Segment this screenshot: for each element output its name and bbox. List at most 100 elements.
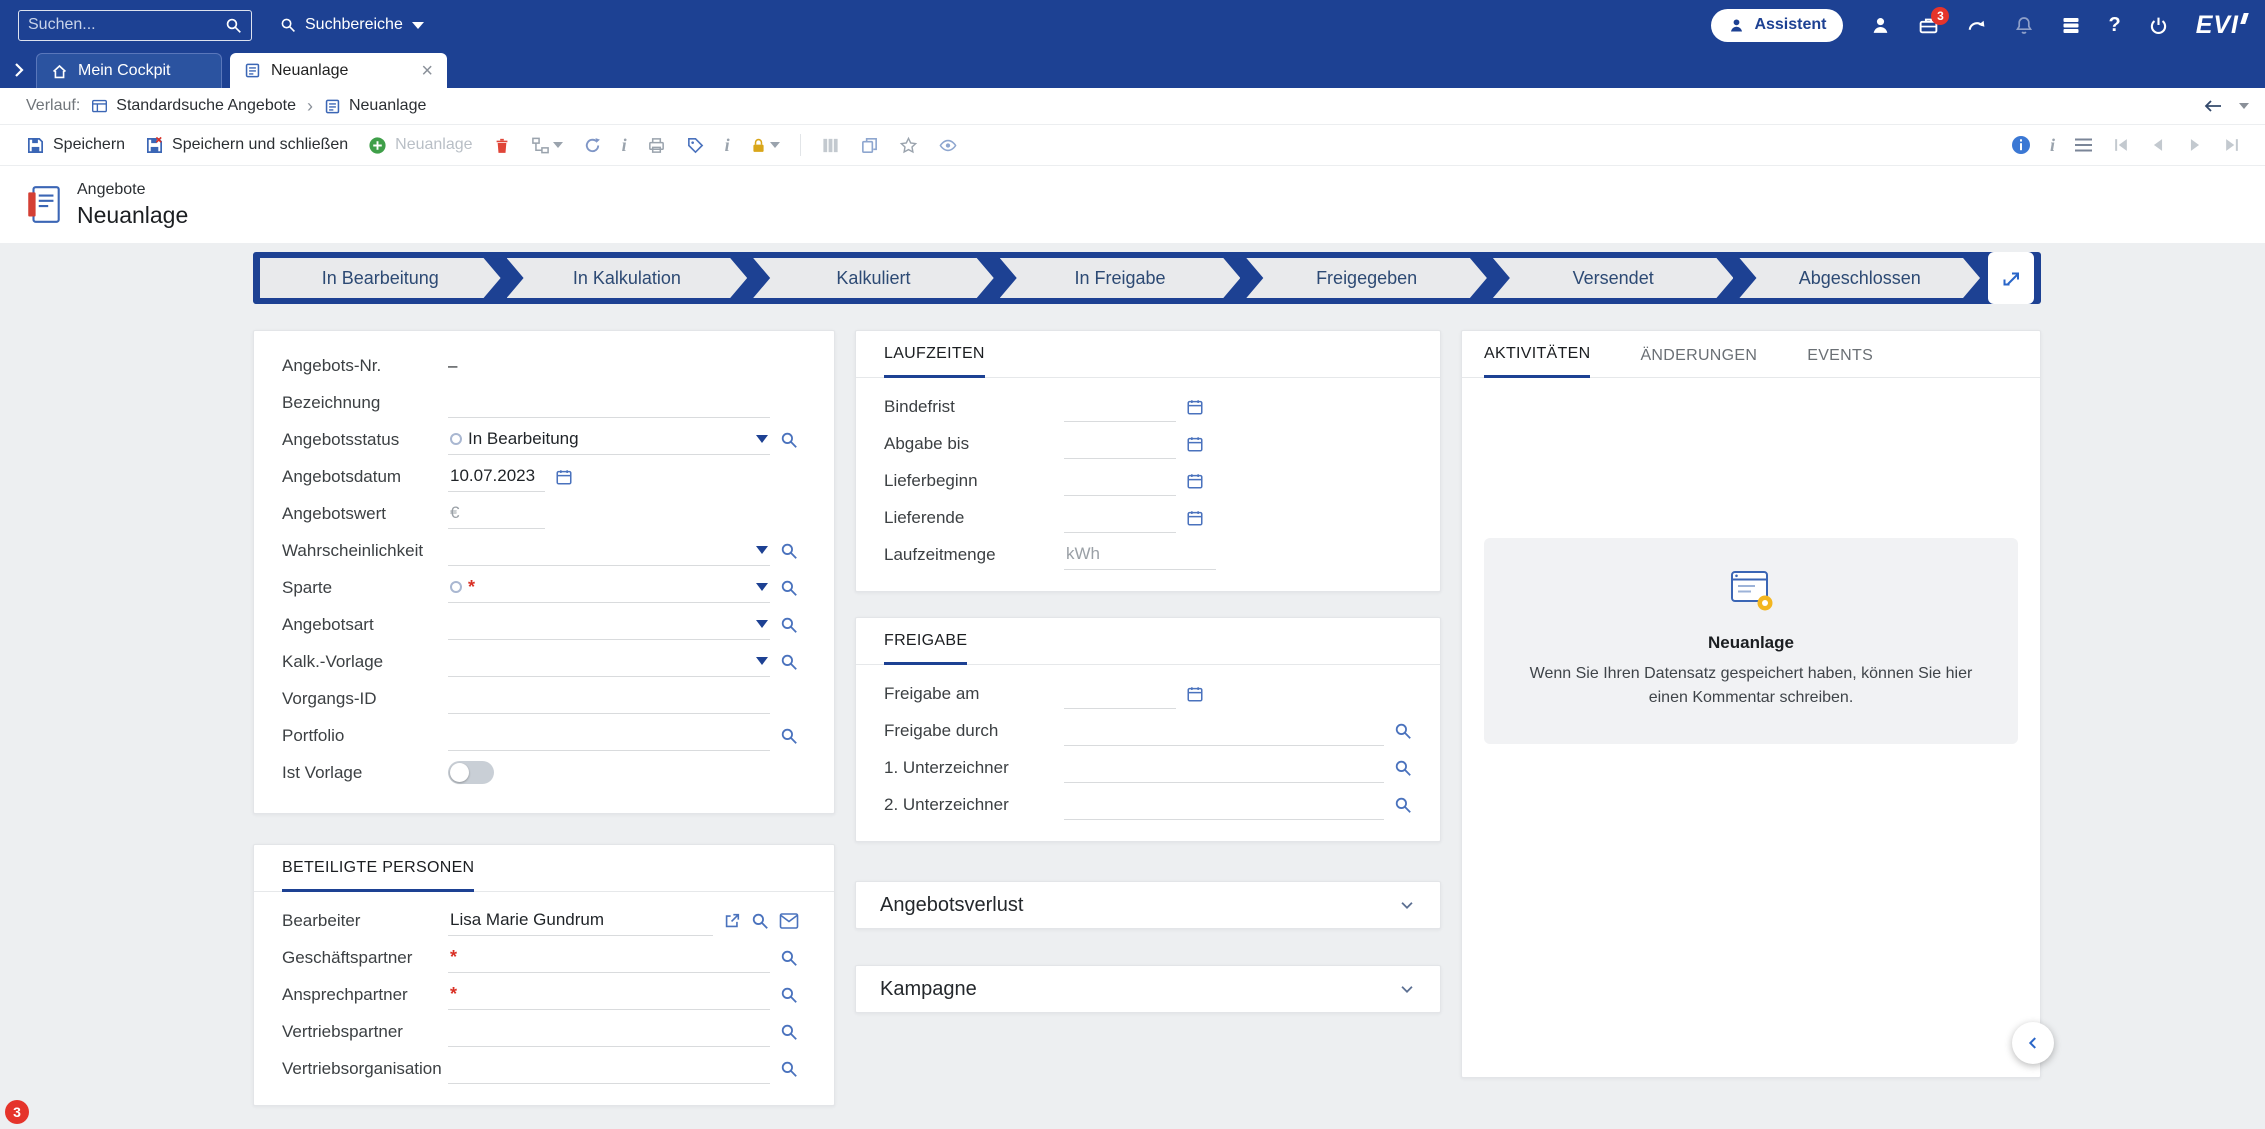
search-icon[interactable]: [1394, 722, 1412, 740]
workflow-step-in-bearbeitung[interactable]: In Bearbeitung: [260, 258, 501, 298]
tab-aktivitaeten[interactable]: AKTIVITÄTEN: [1484, 345, 1590, 378]
global-search[interactable]: [18, 10, 252, 41]
tab-events[interactable]: EVENTS: [1807, 347, 1873, 377]
permissions-button[interactable]: [750, 136, 780, 155]
tab-beteiligte-personen[interactable]: BETEILIGTE PERSONEN: [282, 859, 474, 892]
new-record-button[interactable]: Neuanlage: [368, 136, 472, 155]
laufzeitmenge-input[interactable]: [1066, 544, 1214, 564]
search-scope-dropdown[interactable]: Suchbereiche: [280, 16, 424, 34]
power-icon[interactable]: [2148, 15, 2169, 36]
bearbeiter-input[interactable]: [450, 910, 711, 930]
search-icon[interactable]: [780, 949, 798, 967]
tab-mein-cockpit[interactable]: Mein Cockpit: [36, 53, 222, 88]
tab-aenderungen[interactable]: ÄNDERUNGEN: [1640, 347, 1757, 377]
calendar-icon[interactable]: [1186, 685, 1204, 703]
search-icon[interactable]: [751, 912, 769, 930]
bell-icon[interactable]: [2014, 15, 2034, 36]
vorgangs-id-input[interactable]: [450, 688, 768, 708]
search-icon[interactable]: [780, 579, 798, 597]
ist-vorlage-toggle[interactable]: [448, 761, 494, 784]
portfolio-input[interactable]: [450, 725, 768, 745]
vertriebspartner-input[interactable]: [450, 1021, 768, 1041]
calendar-icon[interactable]: [1186, 398, 1204, 416]
unterzeichner-2-input[interactable]: [1066, 794, 1382, 814]
geschaeftspartner-input[interactable]: [463, 947, 768, 967]
print-button[interactable]: [647, 136, 666, 155]
calendar-icon[interactable]: [555, 468, 573, 486]
search-icon[interactable]: [780, 542, 798, 560]
search-icon[interactable]: [780, 986, 798, 1004]
lieferbeginn-input[interactable]: [1066, 470, 1174, 490]
close-icon[interactable]: ×: [421, 61, 433, 81]
info-icon[interactable]: i: [725, 135, 730, 156]
chevron-down-icon[interactable]: [756, 620, 768, 628]
help-icon[interactable]: ?: [2108, 14, 2120, 37]
calendar-icon[interactable]: [1186, 435, 1204, 453]
next-page-icon[interactable]: [2186, 136, 2204, 154]
bindefrist-input[interactable]: [1066, 396, 1174, 416]
delete-button[interactable]: [493, 136, 511, 155]
breadcrumb-item-neuanlage[interactable]: Neuanlage: [324, 97, 426, 115]
workflow-step-in-freigabe[interactable]: In Freigabe: [1000, 258, 1241, 298]
chevron-right-icon[interactable]: [12, 62, 26, 78]
search-icon[interactable]: [780, 1023, 798, 1041]
search-icon[interactable]: [780, 431, 798, 449]
notification-badge[interactable]: 3: [5, 1100, 29, 1124]
search-icon[interactable]: [780, 727, 798, 745]
mail-icon[interactable]: [779, 912, 799, 930]
save-button[interactable]: Speichern: [26, 136, 125, 155]
redo-icon[interactable]: [1966, 15, 1987, 36]
workflow-step-kalkuliert[interactable]: Kalkuliert: [753, 258, 994, 298]
chevron-down-icon[interactable]: [756, 583, 768, 591]
abgabe-bis-input[interactable]: [1066, 433, 1174, 453]
bezeichnung-input[interactable]: [450, 392, 768, 412]
chevron-down-icon[interactable]: [756, 435, 768, 443]
calendar-icon[interactable]: [1186, 509, 1204, 527]
search-icon[interactable]: [1394, 759, 1412, 777]
tags-button[interactable]: [686, 136, 705, 155]
vertriebsorganisation-input[interactable]: [450, 1058, 768, 1078]
calendar-icon[interactable]: [1186, 472, 1204, 490]
info-icon[interactable]: i: [2050, 135, 2055, 156]
tab-neuanlage[interactable]: Neuanlage ×: [230, 53, 447, 88]
prev-page-icon[interactable]: [2149, 136, 2167, 154]
angebotsdatum-input[interactable]: [450, 466, 543, 486]
workflow-expand-button[interactable]: [1988, 252, 2034, 304]
unterzeichner-1-input[interactable]: [1066, 757, 1382, 777]
arrow-left-icon[interactable]: [2203, 98, 2223, 114]
menu-icon[interactable]: [2074, 137, 2093, 153]
search-icon[interactable]: [1394, 796, 1412, 814]
search-icon[interactable]: [225, 17, 242, 34]
tab-laufzeiten[interactable]: LAUFZEITEN: [884, 345, 985, 378]
section-angebotsverlust[interactable]: Angebotsverlust: [855, 881, 1441, 929]
wahrscheinlichkeit-input[interactable]: [450, 540, 750, 560]
assistant-button[interactable]: Assistent: [1711, 9, 1843, 42]
workflow-menu-button[interactable]: [531, 136, 563, 155]
chevron-down-icon[interactable]: [756, 657, 768, 665]
tab-freigabe[interactable]: FREIGABE: [884, 632, 967, 665]
freigabe-durch-input[interactable]: [1066, 720, 1382, 740]
search-icon[interactable]: [780, 653, 798, 671]
angebotswert-input[interactable]: [450, 503, 543, 523]
search-input[interactable]: [28, 16, 217, 34]
breadcrumb-item-standardsuche[interactable]: Standardsuche Angebote: [91, 97, 296, 115]
workflow-step-versendet[interactable]: Versendet: [1493, 258, 1734, 298]
columns-button[interactable]: [821, 136, 840, 155]
preview-button[interactable]: [938, 136, 958, 155]
last-page-icon[interactable]: [2223, 136, 2241, 154]
save-and-close-button[interactable]: Speichern und schließen: [145, 136, 348, 155]
kalk-vorlage-input[interactable]: [450, 651, 750, 671]
copy-button[interactable]: [860, 136, 879, 155]
chevron-down-icon[interactable]: [756, 546, 768, 554]
favorite-button[interactable]: [899, 136, 918, 155]
open-record-icon[interactable]: [723, 912, 741, 930]
freigabe-am-input[interactable]: [1066, 683, 1174, 703]
workflow-step-in-kalkulation[interactable]: In Kalkulation: [507, 258, 748, 298]
user-icon[interactable]: [1870, 15, 1891, 36]
workflow-step-freigegeben[interactable]: Freigegeben: [1246, 258, 1487, 298]
info-icon[interactable]: [2011, 135, 2031, 155]
angebotsart-input[interactable]: [450, 614, 750, 634]
angebotsstatus-input[interactable]: [468, 429, 750, 449]
chevron-down-icon[interactable]: [2239, 103, 2249, 109]
ansprechpartner-input[interactable]: [463, 984, 768, 1004]
